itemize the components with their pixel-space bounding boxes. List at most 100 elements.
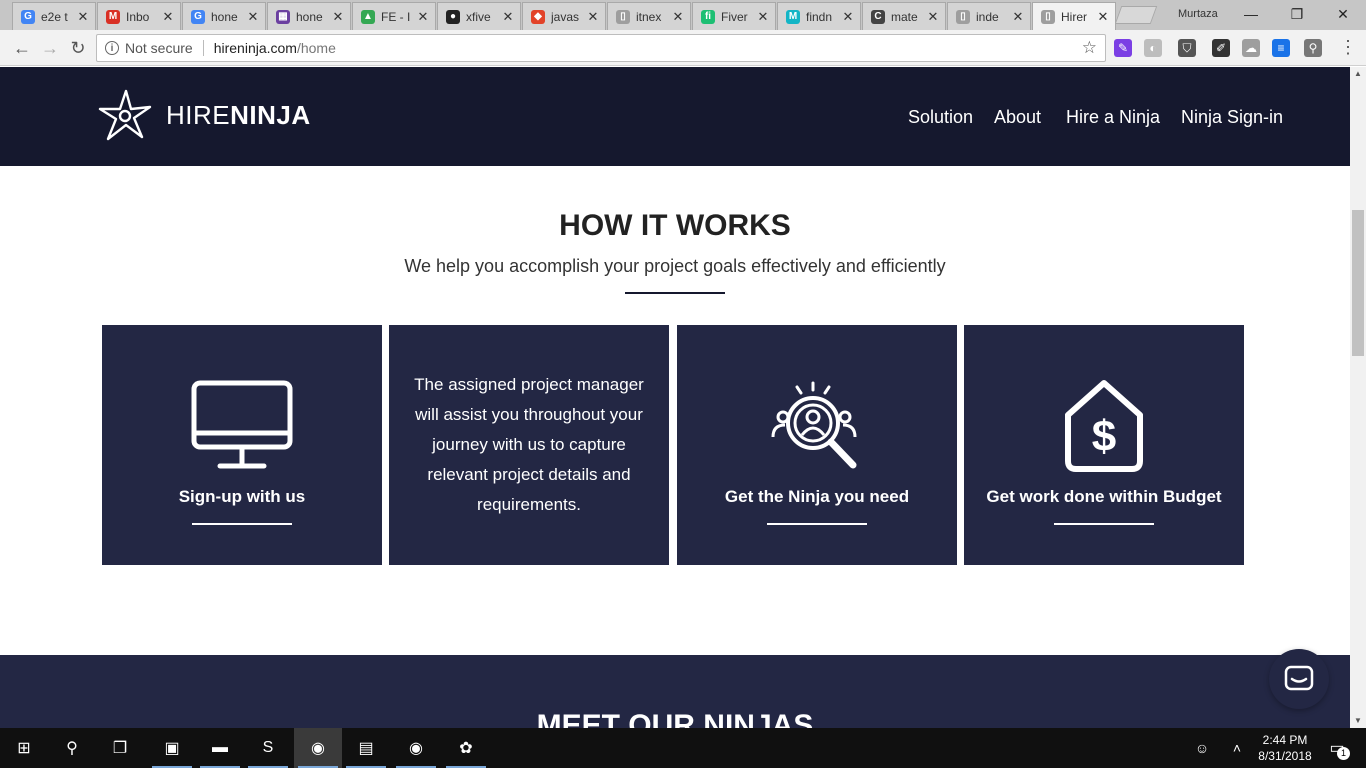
browser-tab[interactable]: M Inbo ✕ [97,2,181,30]
browser-tab[interactable]: ▯ itnex ✕ [607,2,691,30]
profile-name[interactable]: Murtaza [1178,8,1218,20]
browser-tab[interactable]: ▯ inde ✕ [947,2,1031,30]
gmail-icon: M [106,9,120,24]
scroll-up-arrow-icon[interactable]: ▲ [1350,67,1366,81]
browser-tab[interactable]: ● xfive ✕ [437,2,521,30]
step-card-signup[interactable]: Sign-up with us [102,325,382,565]
tab-close-icon[interactable]: ✕ [1010,9,1026,25]
browser-tab[interactable]: Cmate ✕ [862,2,946,30]
tab-close-icon[interactable]: ✕ [330,9,346,25]
action-center-icon[interactable]: ▭ 1 [1322,728,1352,768]
tab-title: Hirer [1061,9,1087,24]
tab-close-icon[interactable]: ✕ [585,9,601,25]
security-label[interactable]: Not secure [125,40,193,56]
nav-about[interactable]: About [994,107,1041,128]
nav-hire-a-ninja[interactable]: Hire a Ninja [1066,107,1160,128]
new-tab-button[interactable] [1114,6,1158,24]
meet-our-ninjas-section: MEET OUR NINJAS [0,655,1350,728]
tab-title: hone [296,9,323,24]
browser-tab[interactable]: Ghone ✕ [182,2,266,30]
search-icon[interactable]: ⚲ [48,728,96,768]
tab-close-icon[interactable]: ✕ [840,9,856,25]
step-card-divider [1054,523,1154,525]
forward-button[interactable]: → [38,36,62,60]
step-card-description: The assigned project manager will assist… [414,375,644,514]
address-divider [202,40,204,56]
how-it-works-title: HOW IT WORKS [559,209,791,242]
browser-tab[interactable]: Mfindn ✕ [777,2,861,30]
browser-tab[interactable]: ▦ hone ✕ [267,2,351,30]
back-button[interactable]: ← [10,36,34,60]
url-path[interactable]: /home [297,40,336,56]
reload-button[interactable]: ↻ [66,36,90,60]
scroll-down-arrow-icon[interactable]: ▼ [1350,714,1366,728]
tab-close-icon[interactable]: ✕ [670,9,686,25]
shuriken-logo-icon [98,89,152,141]
extension-grey-icon[interactable]: ◐ [1144,39,1162,57]
chrome-icon[interactable]: ◉ [392,728,440,768]
extension-shield-icon[interactable]: ⛉ [1178,39,1196,57]
browser-tab[interactable]: ▲ FE - I ✕ [352,2,436,30]
nav-ninja-sign-in[interactable]: Ninja Sign-in [1181,107,1283,128]
terminal-app-icon[interactable]: ▣ [148,728,196,768]
url-host[interactable]: hireninja.com [214,40,297,56]
browser-menu-icon[interactable]: ⋮ [1338,36,1358,60]
extension-cloud-icon[interactable]: ☁ [1242,39,1260,57]
tab-close-icon[interactable]: ✕ [755,9,771,25]
info-icon[interactable]: i [105,41,119,55]
chat-launcher-button[interactable] [1269,649,1329,709]
task-view-icon[interactable]: ❐ [96,728,144,768]
tab-close-icon[interactable]: ✕ [1095,9,1111,25]
tab-close-icon[interactable]: ✕ [500,9,516,25]
page-scrollbar[interactable]: ▲ ▼ [1350,67,1366,728]
findn-icon: M [786,9,800,24]
step-card-budget[interactable]: $ Get work done within Budget [964,325,1244,565]
tab-title: inde [976,9,999,24]
google-icon: G [21,9,35,24]
close-window-button[interactable]: ✕ [1320,0,1366,28]
browser-tab[interactable]: ◆ javas ✕ [522,2,606,30]
address-bar[interactable]: i Not secure hireninja.com/home ☆ [96,34,1106,62]
tab-title: findn [806,9,833,24]
tab-title: Inbo [126,9,150,24]
drive-icon: ▲ [361,9,375,24]
sublime-text-icon[interactable]: S [244,728,292,768]
nav-solution[interactable]: Solution [908,107,973,128]
tab-title: itnex [636,9,662,24]
logo-text-bold: NINJA [230,99,311,130]
tab-close-icon[interactable]: ✕ [925,9,941,25]
paint-app-icon[interactable]: ✿ [442,728,490,768]
how-it-works-subtitle: We help you accomplish your project goal… [404,256,946,276]
tab-close-icon[interactable]: ✕ [160,9,176,25]
step-card-title: Get the Ninja you need [724,487,910,506]
site-logo[interactable]: HIRENINJA [98,87,311,143]
extension-bike-icon[interactable]: ⚲ [1304,39,1322,57]
browser-tab[interactable]: ▯ Hirer ✕ [1032,2,1116,30]
tray-chevron-icon[interactable]: ˄ [1226,728,1248,768]
browser-tab[interactable]: Ge2e t ✕ [12,2,96,30]
hive-icon: ▦ [276,9,290,24]
system-clock[interactable]: 2:44 PM 8/31/2018 [1250,732,1320,764]
chrome-icon[interactable]: ◉ [294,728,342,768]
step-card-project-manager[interactable]: The assigned project manager will assist… [389,325,669,565]
bookmark-star-icon[interactable]: ☆ [1082,38,1097,58]
tab-close-icon[interactable]: ✕ [415,9,431,25]
step-card-get-ninja[interactable]: Get the Ninja you need [677,325,957,565]
tab-title: Fiver [721,9,748,24]
tab-close-icon[interactable]: ✕ [75,9,91,25]
people-icon[interactable]: ☺ [1190,728,1214,768]
clock-date: 8/31/2018 [1258,749,1312,763]
restore-button[interactable]: ❐ [1274,0,1320,28]
browser-tab[interactable]: fi Fiver ✕ [692,2,776,30]
sticky-notes-icon[interactable]: ▤ [342,728,390,768]
tab-close-icon[interactable]: ✕ [245,9,261,25]
minimize-button[interactable]: — [1228,0,1274,28]
step-card-title: Get work done within Budget [986,487,1222,506]
file-explorer-icon[interactable]: ▬ [196,728,244,768]
extension-purple-icon[interactable]: ✎ [1114,39,1132,57]
extension-picker-icon[interactable]: ✐ [1212,39,1230,57]
extension-blue-icon[interactable]: ≡ [1272,39,1290,57]
clock-time: 2:44 PM [1262,733,1308,747]
scroll-thumb[interactable] [1352,210,1364,356]
start-icon[interactable]: ⊞ [0,728,48,768]
